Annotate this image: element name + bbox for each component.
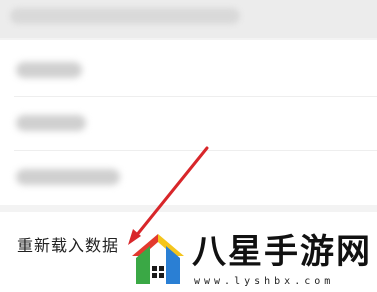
blurred-label (16, 115, 86, 131)
watermark-url: www.lyshbx.com (194, 276, 335, 287)
divider (14, 96, 377, 97)
house-logo-icon (132, 234, 184, 284)
settings-menu (0, 40, 377, 205)
watermark-logo: 八星手游网 www.lyshbx.com (128, 228, 377, 292)
blurred-header-text (10, 8, 240, 24)
top-bar (0, 0, 377, 38)
blurred-label (16, 169, 120, 185)
reload-data-label: 重新载入数据 (17, 236, 120, 255)
menu-item-blurred-3[interactable] (0, 152, 377, 202)
divider (14, 150, 377, 151)
menu-item-blurred-1[interactable] (0, 45, 377, 95)
menu-item-blurred-2[interactable] (0, 98, 377, 148)
watermark-name: 八星手游网 (192, 232, 372, 272)
blurred-label (16, 62, 82, 78)
